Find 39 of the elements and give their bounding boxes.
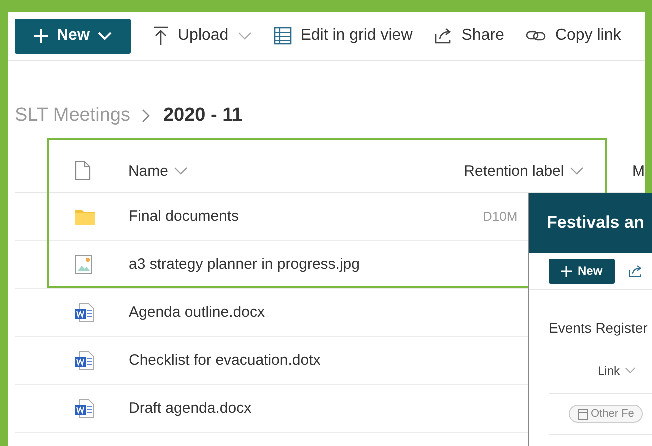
document-icon (578, 408, 588, 420)
retention-label: D10M (483, 209, 518, 224)
chevron-down-icon (174, 167, 188, 175)
upload-icon (153, 26, 169, 46)
chevron-down-icon (98, 31, 112, 41)
column-header[interactable]: Retention label (464, 162, 632, 180)
column-header[interactable]: Link (598, 364, 636, 378)
file-name[interactable]: Final documents (129, 208, 240, 225)
section-title: Events Register (548, 319, 649, 336)
link-button[interactable]: Copy link (526, 27, 622, 45)
column-header[interactable]: Name (128, 162, 464, 180)
new-button[interactable]: New (15, 18, 131, 54)
word-document-icon (75, 302, 95, 322)
link-icon (526, 29, 546, 43)
share-button[interactable]: Share (434, 27, 504, 45)
column-header[interactable]: M (632, 162, 645, 180)
chevron-down-icon (570, 167, 584, 175)
grid-button[interactable]: Edit in grid view (274, 27, 413, 45)
chevron-down-icon (625, 367, 636, 374)
upload-button[interactable]: Upload (153, 26, 252, 46)
new-button[interactable]: New (549, 258, 615, 284)
file-name[interactable]: a3 strategy planner in progress.jpg (129, 256, 360, 273)
plus-icon (561, 266, 572, 276)
file-name[interactable]: Draft agenda.docx (129, 400, 252, 417)
file-name[interactable]: Agenda outline.docx (129, 304, 265, 321)
panel-title: Festivals an (547, 213, 644, 233)
share-icon (434, 28, 453, 44)
file-name[interactable]: Checklist for evacuation.dotx (129, 352, 321, 369)
breadcrumb-link[interactable]: 2020 - 11 (163, 105, 243, 127)
chevron-down-icon (238, 32, 252, 40)
plus-icon (33, 28, 49, 44)
chevron-right-icon (142, 109, 152, 123)
grid-icon (274, 27, 292, 45)
file-icon (75, 161, 91, 181)
word-document-icon (75, 398, 95, 418)
word-document-icon (75, 350, 95, 370)
folder-icon (75, 208, 95, 224)
share-icon[interactable] (628, 264, 643, 278)
image-file-icon (75, 254, 93, 274)
